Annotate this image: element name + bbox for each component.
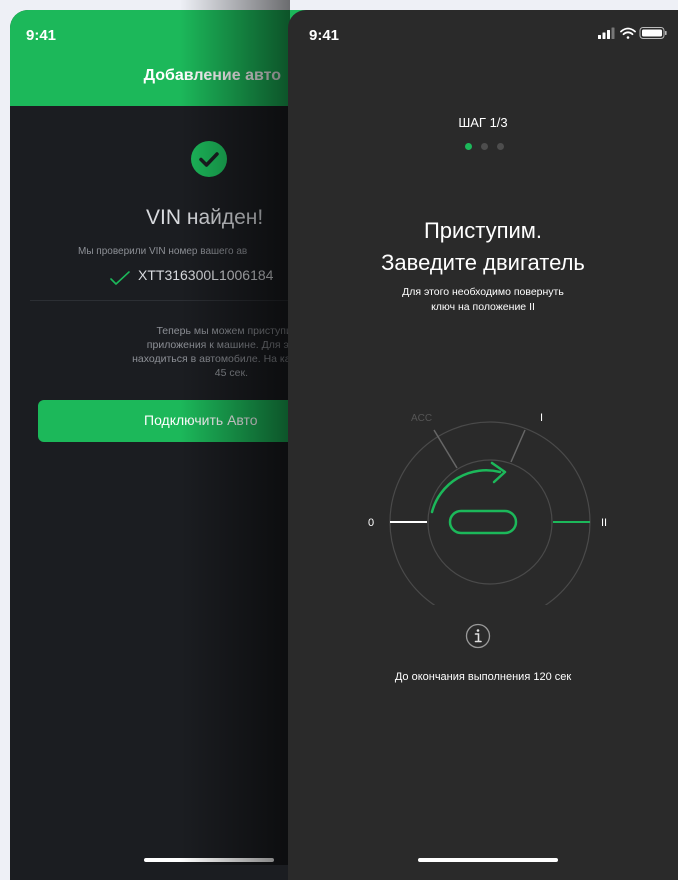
rotation-arrow-icon: [430, 469, 502, 514]
signal-icon: [598, 27, 615, 39]
step-dot: [481, 143, 488, 150]
timer-text: До окончания выполнения 120 сек: [394, 671, 572, 683]
back-status-time: 9:41: [26, 27, 57, 44]
dial-label-acc: ACC: [411, 413, 432, 424]
status-bar-icons: [598, 27, 667, 39]
vin-check-icon: [110, 271, 130, 285]
wifi-icon: [620, 27, 636, 39]
front-status-time: 9:41: [309, 27, 340, 44]
step-title-line: Приступим.: [423, 218, 543, 243]
dial-outer-ring: [389, 421, 591, 605]
dial-label-two: II: [601, 517, 607, 529]
home-indicator: [418, 858, 558, 862]
step-dot: [497, 143, 504, 150]
dial-label-one: I: [540, 412, 543, 424]
key-slot: [448, 509, 518, 535]
step-subtitle: Для этого необходимо повернуть ключ на п…: [288, 285, 678, 315]
step-label: ШАГ 1/3: [458, 115, 508, 130]
step-title: Приступим. Заведите двигатель: [288, 215, 678, 279]
info-circle-icon[interactable]: [465, 623, 491, 649]
dial-mark-acc: [433, 429, 458, 469]
step-subtitle-line: ключ на положение II: [431, 301, 535, 313]
shadow-overlay: [180, 0, 290, 865]
ignition-key-dial: ACC I 0 II: [368, 412, 607, 605]
dial-inner-ring: [427, 459, 553, 585]
dial-mark-one: [510, 429, 526, 463]
front-screen: 9:41 ШАГ 1/3 Приступим. Заведите двигате…: [288, 10, 678, 880]
battery-icon: [639, 27, 667, 39]
step-title-line: Заведите двигатель: [381, 250, 585, 275]
step-dot-active: [465, 143, 472, 150]
step-subtitle-line: Для этого необходимо повернуть: [402, 286, 564, 298]
dial-label-zero: 0: [368, 517, 374, 529]
